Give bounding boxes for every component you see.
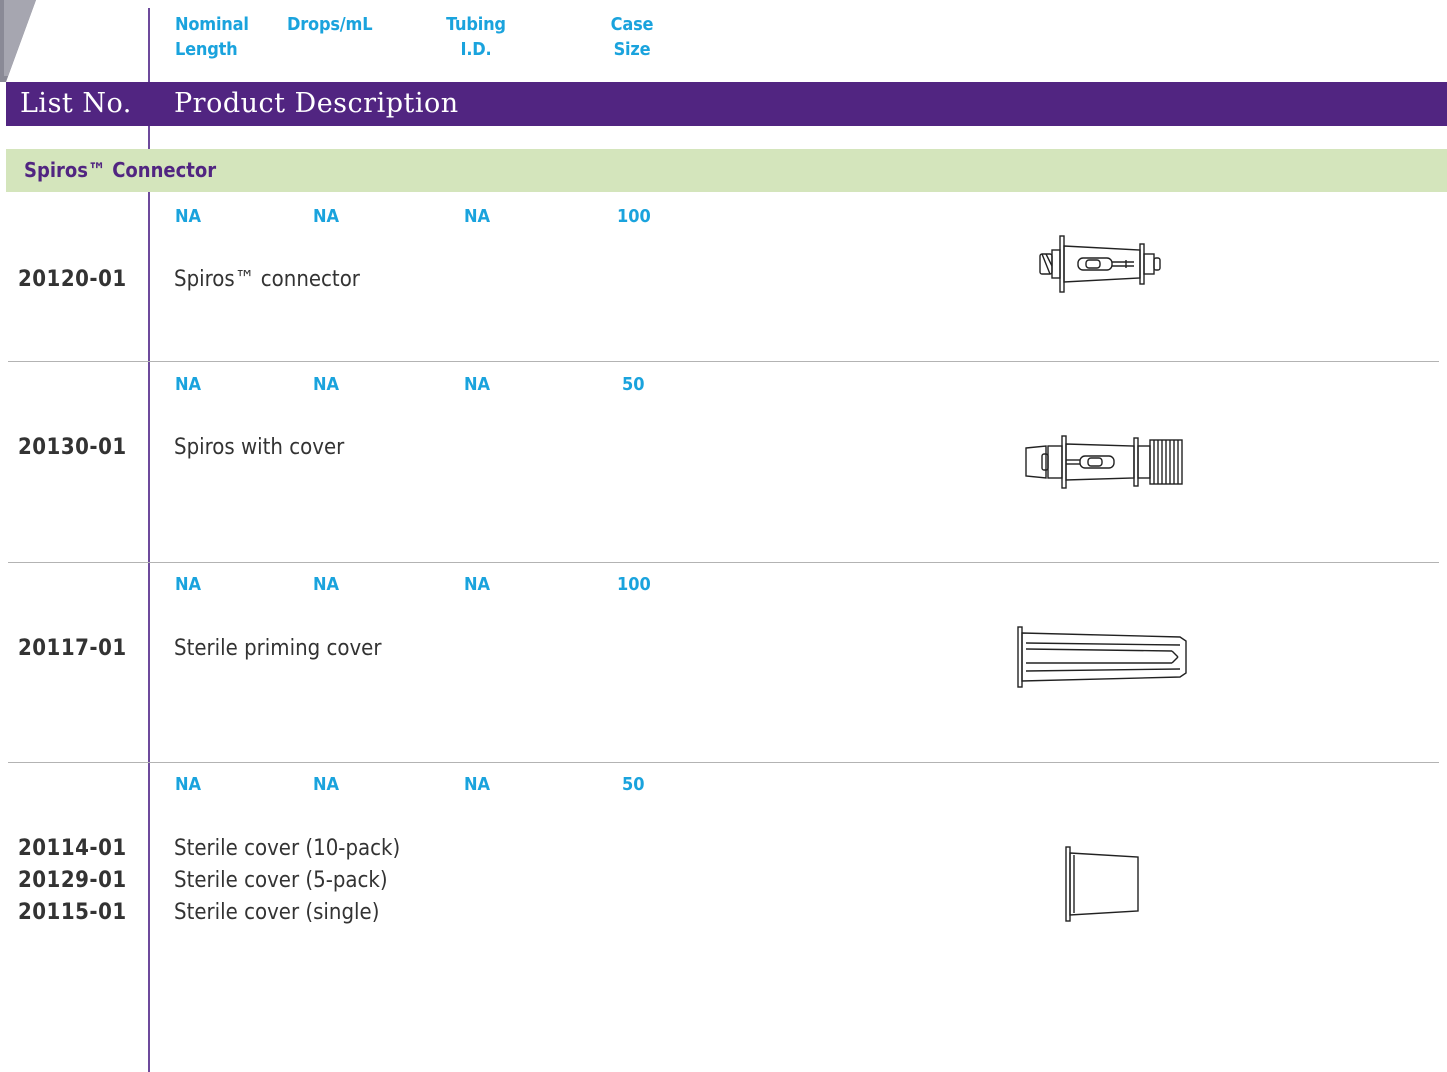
drops-per-ml-value: NA: [313, 206, 340, 227]
product-description-header: Product Description: [174, 88, 459, 119]
drops-per-ml-value: NA: [313, 774, 340, 795]
tubing-id-value: NA: [464, 374, 491, 395]
priming-cover-drawing: [1017, 626, 1187, 688]
list-number: 20130-01: [18, 435, 127, 460]
nominal-length-value: NA: [175, 206, 202, 227]
nominal-length-value: NA: [175, 774, 202, 795]
case-size-value: 50: [622, 374, 645, 395]
case-size-value: 100: [617, 574, 651, 595]
tubing-id-value: NA: [464, 206, 491, 227]
product-row: NA NA NA 50 20130-01 Spiros with cover: [0, 362, 1447, 562]
product-description: Sterile cover (5-pack): [174, 868, 388, 893]
corner-decoration: [0, 0, 36, 82]
list-number: 20114-01: [18, 836, 127, 861]
product-description: Sterile priming cover: [174, 636, 382, 661]
product-description: Sterile cover (single): [174, 900, 380, 925]
col-header-drops-per-ml: Drops/mL: [287, 14, 373, 35]
sterile-cover-drawing: [1065, 846, 1139, 922]
col-header-tubing-id: Tubing I.D.: [446, 14, 506, 60]
drops-per-ml-value: NA: [313, 374, 340, 395]
product-description: Spiros with cover: [174, 435, 345, 460]
case-size-value: 50: [622, 774, 645, 795]
nominal-length-value: NA: [175, 374, 202, 395]
tubing-id-value: NA: [464, 774, 491, 795]
list-number: 20120-01: [18, 267, 127, 292]
drops-per-ml-value: NA: [313, 574, 340, 595]
product-row: NA NA NA 50 20114-01 20129-01 20115-01 S…: [0, 763, 1447, 1072]
product-description: Spiros™ connector: [174, 267, 360, 292]
spiros-with-cover-drawing: [1025, 435, 1183, 489]
product-description: Sterile cover (10-pack): [174, 836, 401, 861]
list-no-header: List No.: [20, 88, 132, 119]
list-number: 20129-01: [18, 868, 127, 893]
col-header-case-size: Case Size: [610, 14, 654, 60]
col-header-nominal-length: Nominal Length: [175, 14, 249, 60]
table-header: List No. Product Description: [6, 82, 1447, 126]
nominal-length-value: NA: [175, 574, 202, 595]
case-size-value: 100: [617, 206, 651, 227]
section-title: Spiros™ Connector: [24, 158, 217, 182]
list-number: 20117-01: [18, 636, 127, 661]
product-row: NA NA NA 100 20120-01 Spiros™ connector: [0, 192, 1447, 362]
spiros-connector-drawing: [1039, 235, 1161, 293]
product-row: NA NA NA 100 20117-01 Sterile priming co…: [0, 563, 1447, 762]
list-number: 20115-01: [18, 900, 127, 925]
tubing-id-value: NA: [464, 574, 491, 595]
section-header: Spiros™ Connector: [6, 149, 1447, 192]
